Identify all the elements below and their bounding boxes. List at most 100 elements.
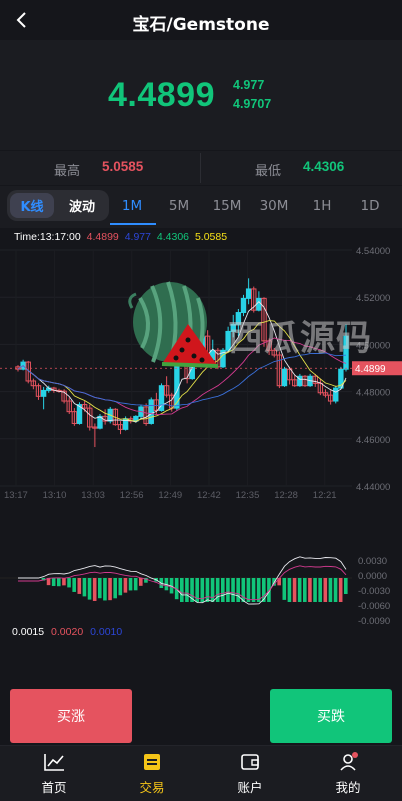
tab-1m[interactable]: 1M [110,198,154,214]
macd-bar [323,578,328,602]
macd-bar [108,578,112,601]
tab-kline[interactable]: K线 [10,193,54,218]
tab-5m[interactable]: 5M [157,198,201,214]
macd-bar [226,578,230,602]
candle-body [343,335,349,370]
candle-body [240,297,247,314]
kline-chart[interactable]: Time:13:17:00 4.4899 4.977 4.4306 5.0585… [0,228,402,648]
x-tick-label: 13:17 [4,490,28,501]
macd-bar [292,578,297,602]
y-tick-label: 4.52000 [356,293,390,304]
buy-fall-button[interactable]: 买跌 [270,689,392,743]
macd-bar [113,578,117,599]
macd-bar [128,578,133,591]
high-value: 5.0585 [102,159,144,174]
macd-legend: 0.0015 0.0020 0.0010 [12,626,126,638]
macd-bar [282,578,287,600]
candle-body [230,323,236,332]
macd-bar [303,578,307,602]
macd-bar [205,578,210,602]
price-sub-2: 4.9707 [233,97,272,111]
macd-value-2: 0.0020 [51,626,84,638]
high-label: 最高 [54,164,81,179]
macd-bar [57,578,61,587]
y-tick-label: 4.48000 [356,388,390,399]
current-price: 4.4899 [108,76,215,114]
macd-bar [313,578,317,602]
macd-bar [236,578,240,602]
candle-body [210,349,216,361]
candle-body [179,349,185,358]
macd-y-tick-label: -0.0060 [358,601,390,612]
macd-bar [77,578,82,594]
active-tab-indicator [110,223,156,225]
bottom-tabbar: 首页 交易 账户 我的 [0,745,402,801]
high-low-row: 最高 5.0585 最低 4.4306 [0,151,402,185]
tab-mine-label: 我的 [335,780,361,795]
macd-bar [210,578,215,602]
x-tick-label: 12:49 [158,490,182,501]
macd-bar [185,578,189,602]
buy-rise-button[interactable]: 买涨 [10,689,132,743]
chart-line-icon [44,754,64,771]
macd-bar [62,578,66,586]
macd-bar [72,578,76,592]
notification-dot [352,752,358,758]
macd-bar [118,578,123,596]
y-tick-label: 4.54000 [356,246,390,257]
tab-trade-label: 交易 [139,780,165,795]
tab-1h[interactable]: 1H [300,198,344,214]
macd-bar [297,578,302,602]
macd-bar [123,578,128,593]
x-tick-label: 13:03 [81,490,105,501]
candle-body [148,399,154,424]
x-tick-label: 12:21 [313,490,337,501]
macd-y-tick-label: -0.0030 [358,586,390,597]
candle-body [199,335,206,360]
macd-bar [67,578,71,588]
tab-account[interactable]: 账户 [210,750,290,796]
wallet-outline-icon [241,754,259,770]
tab-home-label: 首页 [41,780,67,795]
chart-mode-switch: K线 波动 [7,190,109,221]
tab-30m[interactable]: 30M [252,198,296,214]
low-label: 最低 [255,164,282,179]
macd-bar [103,578,107,601]
macd-bar [241,578,246,602]
macd-bar [231,578,235,602]
macd-bar [287,578,292,602]
macd-bar [139,578,143,586]
candle-body [281,368,288,387]
wallet-icon [144,754,160,770]
macd-bar [87,578,92,600]
tab-wave[interactable]: 波动 [57,193,107,218]
macd-bar [246,578,251,602]
candle-body [235,312,242,325]
x-tick-label: 13:10 [43,490,67,501]
candle-body [333,387,339,402]
tab-trade[interactable]: 交易 [112,750,192,796]
macd-bar [133,578,138,591]
macd-bar [51,578,56,587]
macd-bar [251,578,256,602]
header-bar: 宝石/Gemstone [0,0,402,40]
macd-y-tick-label: -0.0090 [358,616,390,627]
chart-tabs: K线 波动 1M 5M 15M 30M 1H 1D [0,186,402,228]
macd-bar [308,578,312,602]
tab-account-label: 账户 [237,780,263,795]
current-price-label: 4.4899 [355,364,386,375]
macd-bar [262,578,266,602]
macd-bar [338,578,343,602]
tab-1d[interactable]: 1D [348,198,392,214]
divider [200,153,201,183]
macd-bar [328,578,333,602]
macd-value-1: 0.0015 [12,626,45,638]
tab-15m[interactable]: 15M [205,198,249,214]
candle-body [245,288,252,299]
macd-bar [82,578,87,597]
tab-home[interactable]: 首页 [14,750,94,796]
x-tick-label: 12:28 [274,490,298,501]
tab-mine[interactable]: 我的 [308,750,388,796]
macd-bar [344,578,348,594]
candle-body [189,340,195,380]
